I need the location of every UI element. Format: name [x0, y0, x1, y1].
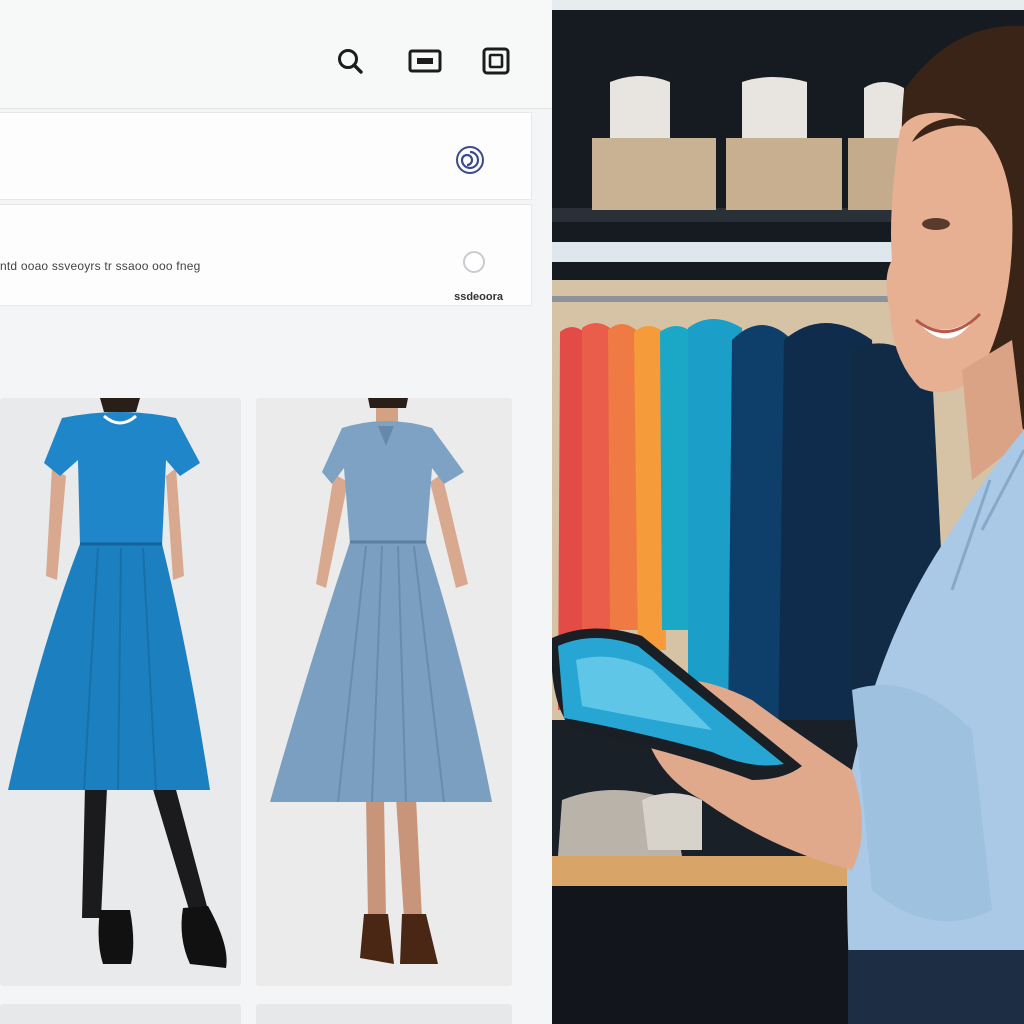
shopping-app-panel: ntd ooao ssveoyrs tr ssaoo ooo fneg ssde…	[0, 0, 552, 1024]
info-row-text: ntd ooao ssveoyrs tr ssaoo ooo fneg	[0, 259, 201, 273]
filter-row[interactable]	[0, 112, 532, 200]
search-icon[interactable]	[333, 44, 367, 78]
product-card-partial[interactable]	[0, 1004, 241, 1024]
store-shopper-photo	[552, 10, 1024, 1024]
box-icon[interactable]	[479, 44, 513, 78]
top-toolbar	[0, 0, 552, 109]
window-icon[interactable]	[408, 44, 442, 78]
swirl-icon[interactable]	[453, 143, 487, 182]
dress-card-dusty-blue[interactable]	[256, 398, 512, 986]
royal-blue-dress-image	[0, 398, 241, 986]
info-row[interactable]: ntd ooao ssveoyrs tr ssaoo ooo fneg ssde…	[0, 204, 532, 306]
dress-card-royal-blue[interactable]	[0, 398, 241, 986]
select-radio[interactable]	[463, 251, 485, 273]
info-row-badge: ssdeoora	[454, 291, 503, 303]
product-card-partial[interactable]	[256, 1004, 512, 1024]
dusty-blue-dress-image	[256, 398, 512, 986]
